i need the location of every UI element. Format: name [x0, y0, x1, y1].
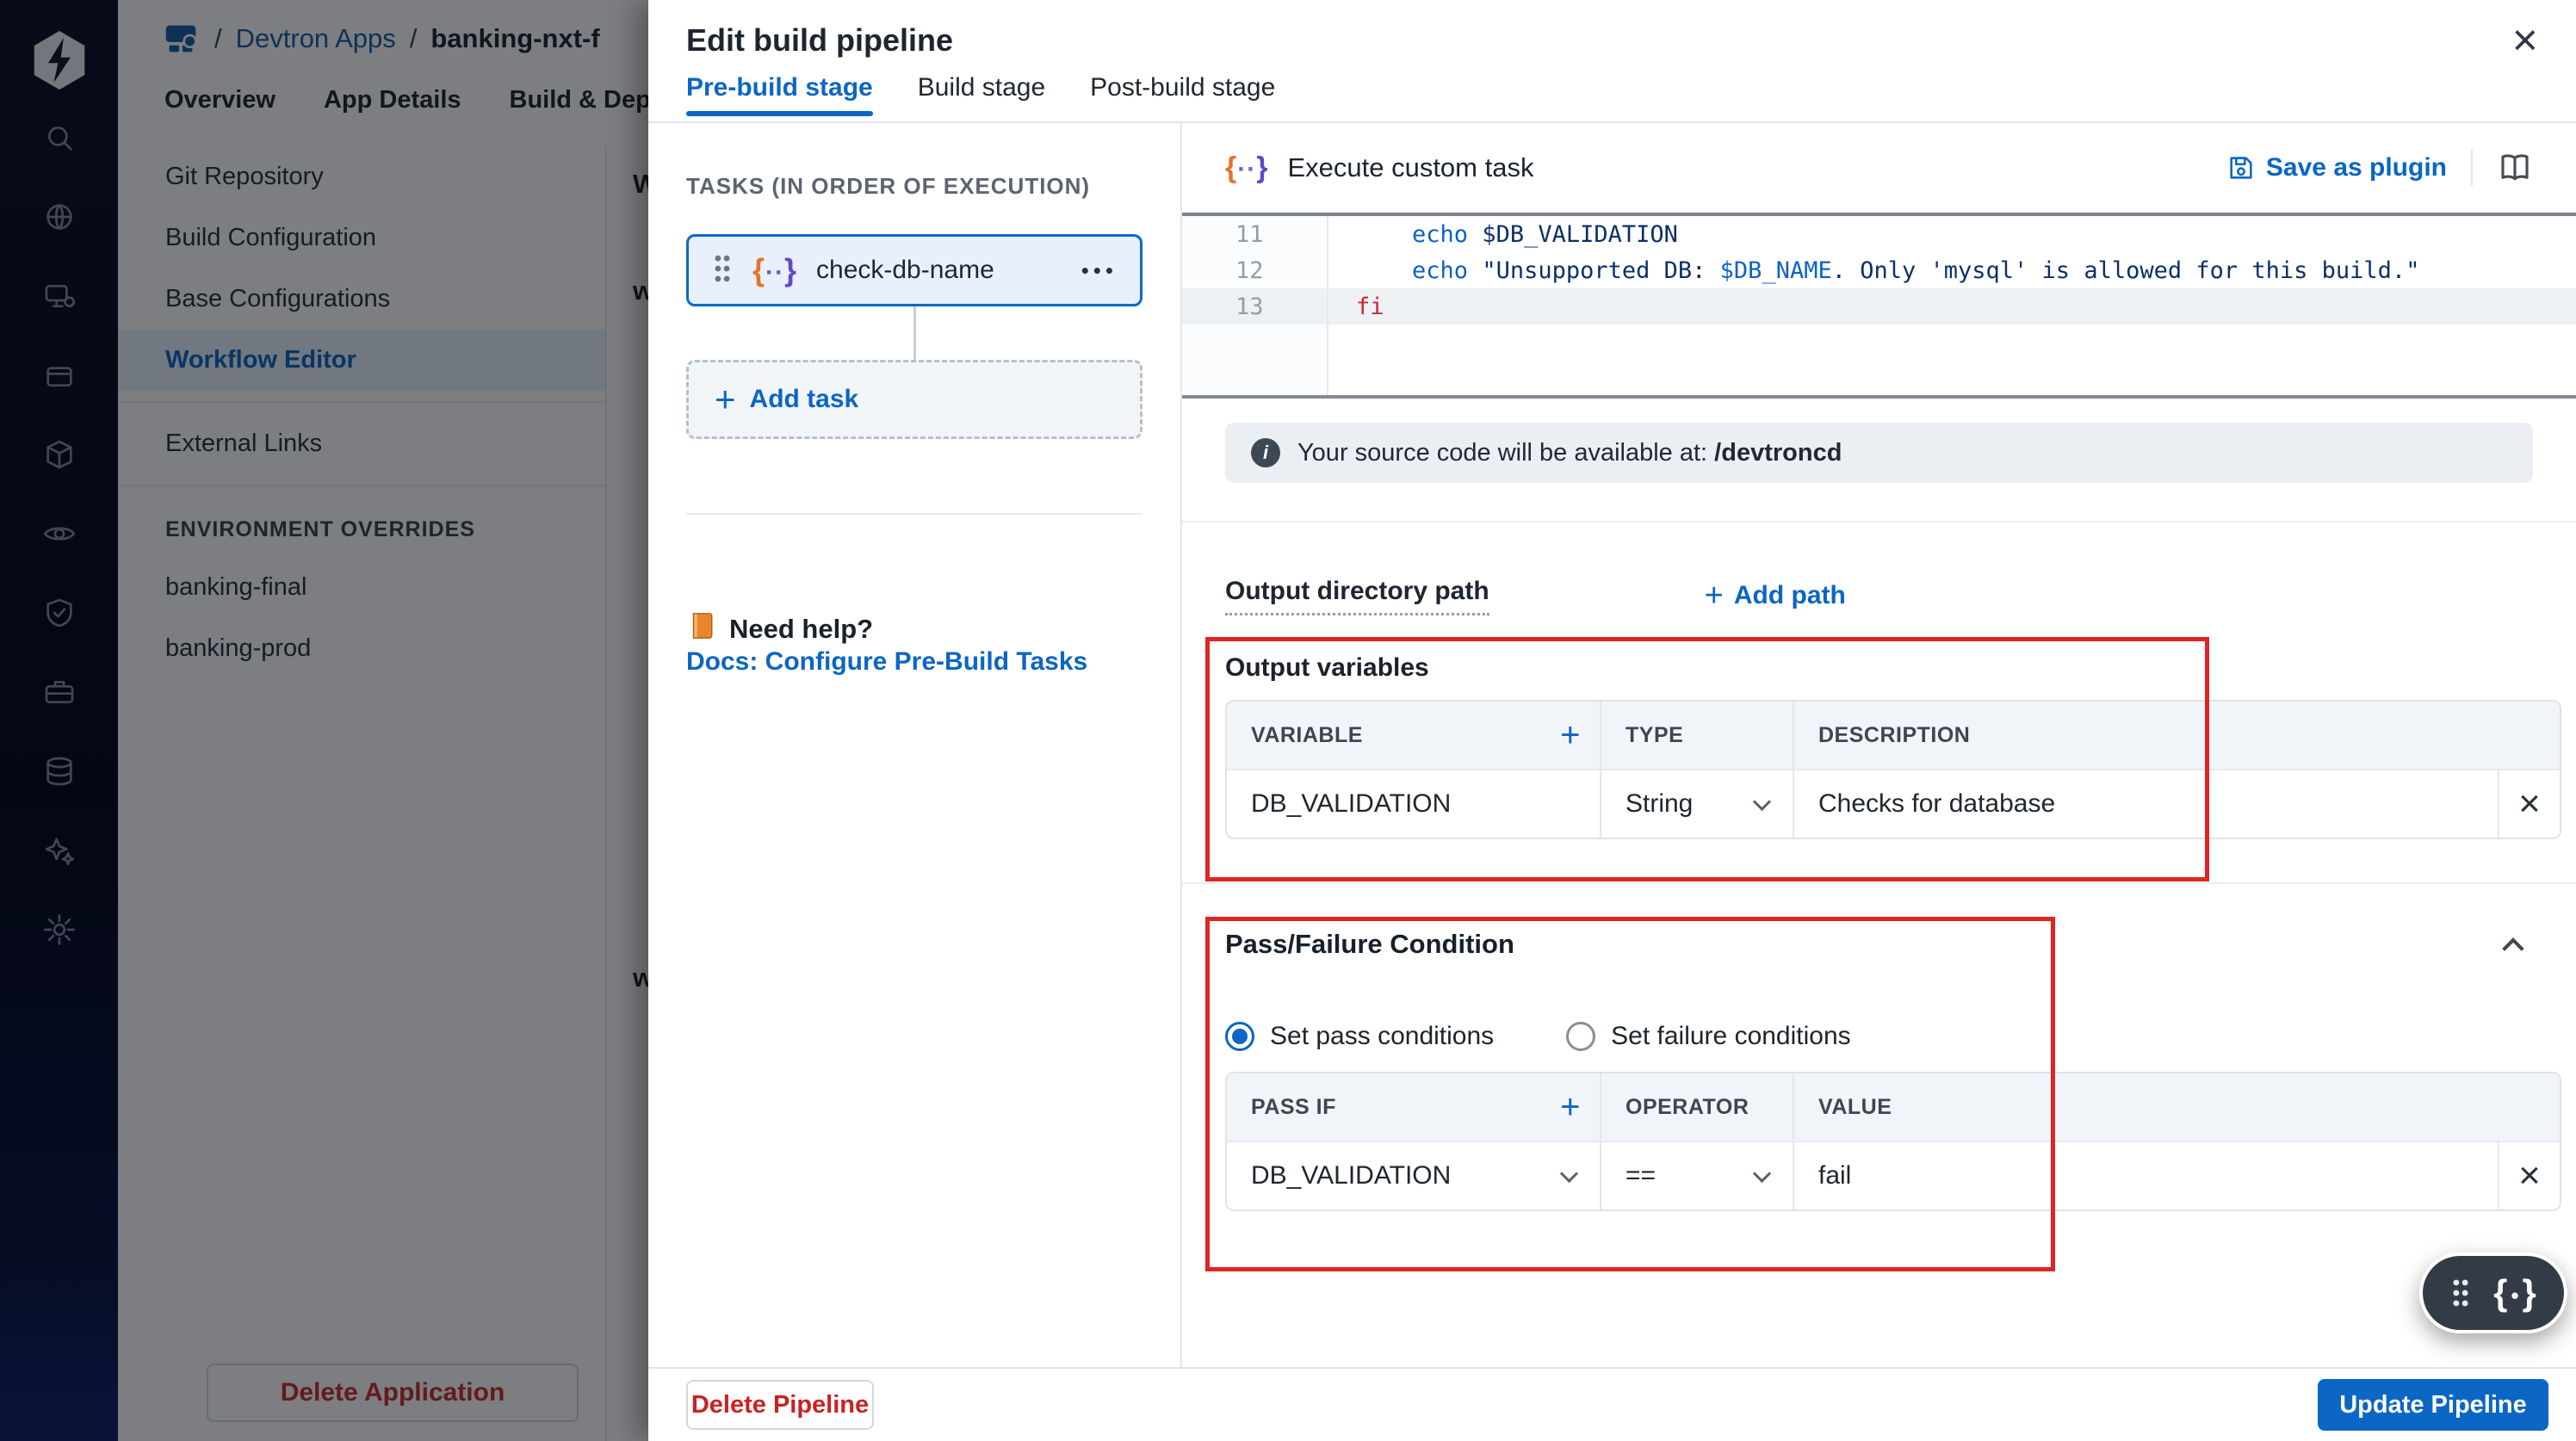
tab-post-build-stage[interactable]: Post-build stage	[1090, 73, 1275, 114]
tasks-divider	[686, 513, 1142, 515]
script-braces-icon: {•}	[2493, 1272, 2536, 1313]
variable-description-input[interactable]: Checks for database	[1794, 770, 2498, 838]
tasks-panel: TASKS (IN ORDER OF EXECUTION) {··} check…	[648, 123, 1182, 1367]
drawer-footer: Delete Pipeline Update Pipeline	[648, 1367, 2576, 1441]
table-header-row: PASS IF + OPERATOR VALUE	[1227, 1073, 2560, 1141]
plus-icon: +	[1704, 577, 1724, 614]
task-type-title: Execute custom task	[1287, 152, 1534, 182]
condition-value-input[interactable]: fail	[1794, 1142, 2498, 1209]
output-variables-title: Output variables	[1225, 653, 1429, 682]
set-failure-conditions-radio[interactable]: Set failure conditions	[1566, 1022, 1851, 1051]
info-icon: i	[1251, 438, 1280, 467]
radio-unselected-icon	[1566, 1022, 1596, 1051]
close-icon[interactable]: ×	[2512, 18, 2538, 63]
delete-pipeline-button[interactable]: Delete Pipeline	[686, 1380, 874, 1430]
code-line[interactable]: 11 echo $DB_VALIDATION	[1182, 216, 2576, 252]
task-detail-header: {··} Execute custom task Save as plugin	[1182, 123, 2576, 213]
edit-build-pipeline-drawer: Edit build pipeline × Pre-build stage Bu…	[648, 0, 2576, 1441]
remove-variable-icon[interactable]: ×	[2518, 782, 2541, 826]
tab-build-stage[interactable]: Build stage	[918, 73, 1045, 114]
stage-tabs: Pre-build stage Build stage Post-build s…	[648, 72, 2576, 116]
script-braces-icon: {··}	[1225, 151, 1269, 184]
add-path-button[interactable]: + Add path	[1705, 578, 1846, 615]
operator-select[interactable]: ==	[1601, 1142, 1794, 1209]
code-editor-empty-area[interactable]	[1182, 325, 2576, 395]
output-directory-row: Output directory path + Add path	[1225, 576, 2533, 615]
script-braces-icon: {··}	[752, 252, 798, 288]
plus-icon: +	[715, 379, 736, 419]
output-directory-label[interactable]: Output directory path	[1225, 577, 1489, 615]
screen: / Devtron Apps / banking-nxt-f Overview …	[0, 0, 2576, 1441]
floating-widget-toggle[interactable]: {•}	[2419, 1252, 2567, 1333]
docs-configure-pre-build-link[interactable]: Docs: Configure Pre-Build Tasks	[686, 647, 1087, 676]
code-lines: 11 echo $DB_VALIDATION 12 echo "Unsupport…	[1182, 216, 2576, 325]
variable-type-select[interactable]: String	[1601, 770, 1794, 838]
task-connector-line	[913, 306, 916, 360]
task-name: check-db-name	[816, 256, 994, 284]
chevron-down-icon	[1752, 1164, 1772, 1183]
code-line[interactable]: 13 fi	[1182, 288, 2576, 325]
docs-book-icon[interactable]	[2497, 149, 2533, 188]
condition-type-radios: Set pass conditions Set failure conditio…	[1225, 1018, 2533, 1054]
header-divider	[2471, 150, 2473, 186]
pass-failure-header: Pass/Failure Condition	[1225, 925, 2533, 963]
tab-pre-build-stage[interactable]: Pre-build stage	[686, 73, 873, 116]
pass-if-select[interactable]: DB_VALIDATION	[1227, 1142, 1601, 1209]
chevron-up-icon[interactable]	[2502, 937, 2524, 960]
add-variable-icon[interactable]: +	[1560, 716, 1581, 755]
chevron-down-icon	[1559, 1164, 1579, 1183]
remove-condition-icon[interactable]: ×	[2518, 1154, 2541, 1197]
save-as-plugin-button[interactable]: Save as plugin	[2226, 153, 2447, 182]
update-pipeline-button[interactable]: Update Pipeline	[2318, 1379, 2548, 1431]
source-path: /devtroncd	[1714, 438, 1842, 467]
tasks-heading: TASKS (IN ORDER OF EXECUTION)	[686, 173, 1091, 199]
section-divider	[1182, 882, 2576, 884]
need-help-row: Need help?	[686, 611, 1142, 647]
drawer-header: Edit build pipeline × Pre-build stage Bu…	[648, 0, 2576, 123]
table-header-row: VARIABLE + TYPE DESCRIPTION	[1227, 702, 2560, 769]
drag-handle-icon[interactable]	[711, 254, 734, 288]
task-more-menu-icon[interactable]: •••	[1081, 257, 1118, 284]
pass-failure-title: Pass/Failure Condition	[1225, 929, 1514, 959]
chevron-down-icon	[1752, 792, 1772, 811]
table-row: DB_VALIDATION String Checks for database…	[1227, 769, 2560, 838]
task-card-check-db-name[interactable]: {··} check-db-name •••	[686, 234, 1142, 306]
section-divider	[1182, 521, 2576, 523]
script-code-editor[interactable]: 11 echo $DB_VALIDATION 12 echo "Unsupport…	[1182, 213, 2576, 399]
add-condition-icon[interactable]: +	[1560, 1088, 1581, 1127]
pass-conditions-table: PASS IF + OPERATOR VALUE DB_VALIDATION ==…	[1225, 1072, 2561, 1211]
source-code-info-banner: i Your source code will be available at:…	[1225, 423, 2533, 483]
drag-dots-icon	[2453, 1279, 2468, 1307]
variable-name-input[interactable]: DB_VALIDATION	[1227, 770, 1601, 838]
task-detail-panel: {··} Execute custom task Save as plugin	[1182, 123, 2576, 1367]
set-pass-conditions-radio[interactable]: Set pass conditions	[1225, 1022, 1494, 1051]
book-emoji-icon	[686, 611, 715, 647]
radio-selected-icon	[1225, 1022, 1254, 1051]
table-row: DB_VALIDATION == fail ×	[1227, 1141, 2560, 1209]
add-task-button[interactable]: + Add task	[686, 360, 1142, 439]
page-title: Edit build pipeline	[686, 22, 953, 58]
output-variables-table: VARIABLE + TYPE DESCRIPTION DB_VALIDATION…	[1225, 700, 2561, 839]
code-line[interactable]: 12 echo "Unsupported DB: $DB_NAME. Only …	[1182, 252, 2576, 288]
